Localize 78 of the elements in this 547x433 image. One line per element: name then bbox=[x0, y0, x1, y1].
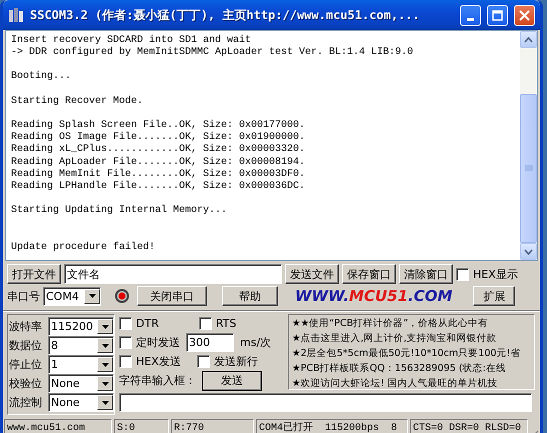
port-dropdown[interactable]: COM4 bbox=[43, 286, 101, 306]
caret-icon bbox=[102, 344, 108, 348]
toolbar-button[interactable]: 发送文件 bbox=[285, 264, 339, 284]
output-line: Reading LPHandle File.......OK, Size: 0x000036DC. bbox=[11, 180, 306, 193]
output-line: Insert recovery SDCARD into SD1 and wait bbox=[11, 35, 252, 46]
interval-unit: ms/次 bbox=[240, 335, 272, 350]
output-line: Update procedure failed! bbox=[11, 242, 156, 254]
caret-icon bbox=[102, 362, 108, 366]
scrollbar-thumb[interactable] bbox=[520, 94, 537, 243]
input-label: 字符串输入框： bbox=[119, 373, 196, 388]
status-cell: S:0 bbox=[114, 419, 169, 433]
output-line: Starting Recover Mode. bbox=[11, 96, 144, 108]
setting-label: 停止位 bbox=[9, 357, 43, 372]
output-line: Reading xL_CPlus............OK, Size: 0x00003320. bbox=[11, 144, 306, 156]
close-icon bbox=[519, 10, 530, 20]
close-port-button[interactable]: 关闭串口 bbox=[137, 286, 207, 306]
grip-icon bbox=[524, 165, 532, 172]
output-line: Booting... bbox=[11, 71, 72, 84]
caret-icon bbox=[102, 324, 108, 328]
checkbox[interactable] bbox=[119, 336, 132, 349]
expand-button[interactable]: 扩展 bbox=[473, 286, 516, 306]
minimize-button[interactable] bbox=[460, 4, 481, 26]
checkbox-label: DTR bbox=[136, 317, 159, 330]
checkbox[interactable] bbox=[119, 317, 132, 330]
checkbox-label: 发送新行 bbox=[214, 354, 258, 369]
ad-link[interactable]: ★点击这里进入,网上计价,支持淘宝和网银付款 bbox=[292, 331, 497, 346]
checkbox[interactable] bbox=[119, 355, 132, 368]
checkbox[interactable] bbox=[196, 355, 210, 368]
app-icon bbox=[8, 7, 24, 23]
ad-link[interactable]: ★欢迎访问大虾论坛! 国内人气最旺的单片机技 bbox=[292, 376, 498, 389]
setting-label: 波特率 bbox=[9, 319, 43, 334]
caret-icon bbox=[102, 400, 108, 404]
setting-dropdown[interactable]: 8 bbox=[48, 336, 114, 355]
output-line: Reading OS Image File.......OK, Size: 0x01900000. bbox=[11, 132, 306, 144]
toolbar-button[interactable]: 清除窗口 bbox=[399, 264, 453, 284]
setting-dropdown[interactable]: None bbox=[48, 374, 114, 393]
send-button[interactable]: 发送 bbox=[202, 370, 262, 390]
output-line: Reading Splash Screen File..OK, Size: 0x00177000. bbox=[11, 120, 306, 132]
output-line: Reading MemInit File........OK, Size: 0x00003DF0. bbox=[11, 168, 306, 180]
send-input-field[interactable] bbox=[119, 393, 532, 412]
output-line: Starting Updating Internal Memory... bbox=[11, 205, 228, 218]
scroll-down-button[interactable] bbox=[520, 243, 537, 260]
checkbox[interactable] bbox=[456, 268, 469, 280]
help-button[interactable]: 帮助 bbox=[222, 286, 278, 306]
port-label: 串口号 bbox=[7, 288, 40, 304]
close-button[interactable] bbox=[514, 4, 535, 26]
interval-field[interactable]: 300 bbox=[186, 333, 234, 352]
ad-link[interactable]: ★2层全包5*5cm最低50元!10*10cm只要100元!省 bbox=[292, 346, 520, 361]
setting-dropdown[interactable]: 115200 bbox=[48, 317, 114, 336]
ad-link[interactable]: ★PCB打样板联系QQ：1563289095 (状态:在线 bbox=[292, 361, 506, 376]
maximize-icon bbox=[492, 10, 503, 20]
output-line: Reading ApLoader File.......OK, Size: 0x00008194. bbox=[11, 156, 306, 168]
window-title: SSCOM3.2 (作者:聂小猛(丁丁), 主页http://www.mcu51.com,... bbox=[30, 6, 421, 24]
status-cell: CTS=0 DSR=0 RLSD=0 bbox=[410, 419, 528, 433]
minimize-icon bbox=[467, 18, 474, 20]
toolbar-button[interactable]: 保存窗口 bbox=[342, 264, 396, 284]
status-cell: COM4已打开 115200bps 8 bbox=[256, 419, 408, 433]
output-line: -> DDR configured by MemInitSDMMC ApLoader test Ver. BL:1.4 LIB:9.0 bbox=[11, 47, 414, 60]
setting-dropdown[interactable]: 1 bbox=[48, 355, 114, 374]
checkbox[interactable] bbox=[198, 317, 212, 330]
checkbox-label: HEX显示 bbox=[473, 266, 518, 282]
setting-dropdown[interactable]: None bbox=[48, 393, 114, 412]
checkbox-label: HEX发送 bbox=[136, 354, 181, 369]
maximize-button[interactable] bbox=[487, 4, 508, 26]
scroll-up-button[interactable] bbox=[520, 31, 537, 48]
site-logo[interactable]: WWW.MCU51.COM bbox=[295, 287, 452, 305]
open-file-button[interactable]: 打开文件 bbox=[7, 264, 61, 284]
setting-label: 流控制 bbox=[9, 395, 43, 410]
caret-icon bbox=[88, 294, 96, 298]
status-cell: www.mcu51.com bbox=[4, 419, 112, 433]
caret-icon bbox=[102, 382, 108, 386]
setting-label: 校验位 bbox=[9, 376, 43, 391]
filename-field[interactable]: 文件名 bbox=[64, 264, 282, 284]
checkbox-label: 定时发送 bbox=[136, 335, 180, 350]
setting-label: 数据位 bbox=[9, 338, 43, 353]
ad-link[interactable]: ★★使用“PCB打样计价器”，价格从此心中有 bbox=[292, 316, 488, 331]
checkbox-label: RTS bbox=[216, 317, 236, 330]
status-cell: R:770 bbox=[171, 419, 254, 433]
